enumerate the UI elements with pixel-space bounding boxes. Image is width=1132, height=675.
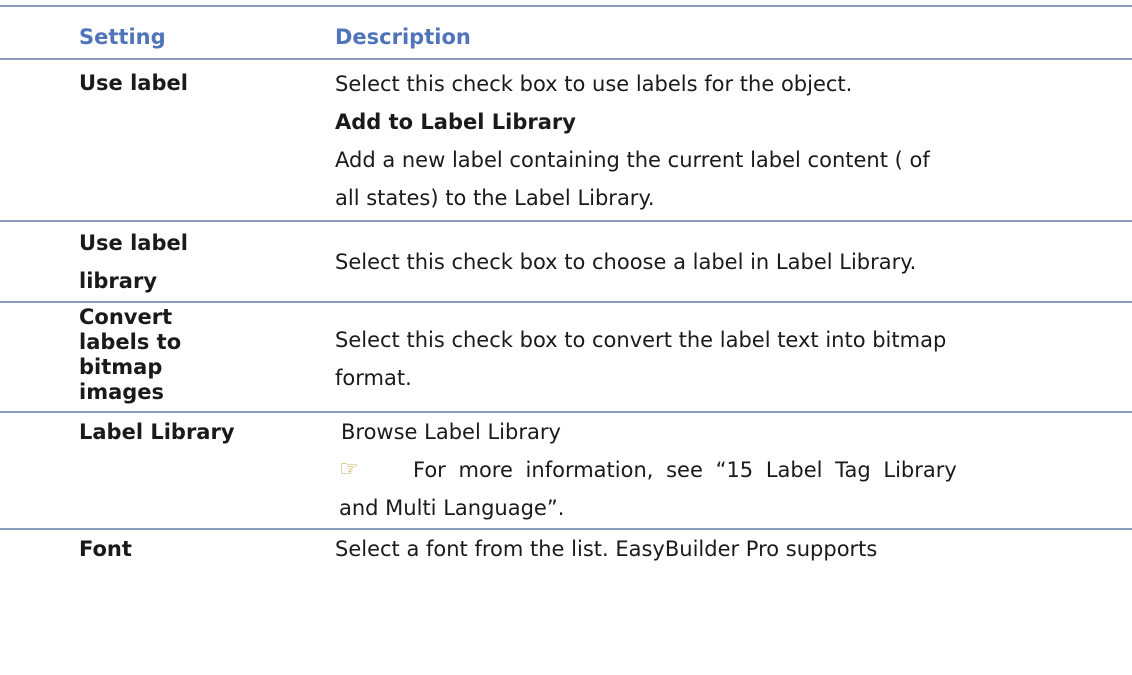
description-use-label-library: Select this check box to choose a label … — [335, 243, 1125, 281]
description-use-label: Select this check box to use labels for … — [335, 65, 1125, 217]
pointing-hand-icon: ☞ — [339, 457, 359, 482]
note-line: ☞ For more information, see “15 Label Ta… — [339, 451, 1129, 489]
row-rule — [0, 301, 1132, 303]
note-text: For more information, see “15 Label Tag … — [413, 458, 957, 482]
setting-use-label: Use label — [79, 71, 188, 95]
header-setting: Setting — [79, 25, 166, 49]
setting-line: bitmap — [79, 355, 163, 379]
description-line: Select this check box to choose a label … — [335, 250, 917, 274]
description-line: Add a new label containing the current l… — [335, 148, 930, 172]
description-line: Select a font from the list. EasyBuilder… — [335, 537, 878, 561]
row-rule — [0, 220, 1132, 222]
header-description: Description — [335, 25, 471, 49]
setting-label-library: Label Library — [79, 420, 235, 444]
header-rule — [0, 58, 1132, 60]
setting-line: Convert — [79, 305, 173, 329]
description-line: and Multi Language”. — [339, 496, 565, 520]
setting-convert-bitmap: Convert labels to bitmap images — [79, 305, 329, 405]
description-line: Select this check box to use labels for … — [335, 72, 853, 96]
setting-line: Use label — [79, 231, 188, 255]
table-top-rule — [0, 5, 1132, 7]
setting-use-label-library: Use label library — [79, 224, 329, 300]
description-line: all states) to the Label Library. — [335, 186, 655, 210]
description-line: Browse Label Library — [341, 420, 561, 444]
description-label-library: Browse Label Library ☞ For more informat… — [339, 413, 1129, 527]
setting-font: Font — [79, 537, 132, 561]
setting-line: library — [79, 269, 158, 293]
description-font: Select a font from the list. EasyBuilder… — [335, 530, 1125, 568]
description-subheading: Add to Label Library — [335, 110, 576, 134]
setting-line: labels to — [79, 330, 182, 354]
setting-line: images — [79, 380, 165, 404]
description-line: format. — [335, 366, 412, 390]
description-line: Select this check box to convert the lab… — [335, 328, 947, 352]
description-convert-bitmap: Select this check box to convert the lab… — [335, 321, 1125, 397]
